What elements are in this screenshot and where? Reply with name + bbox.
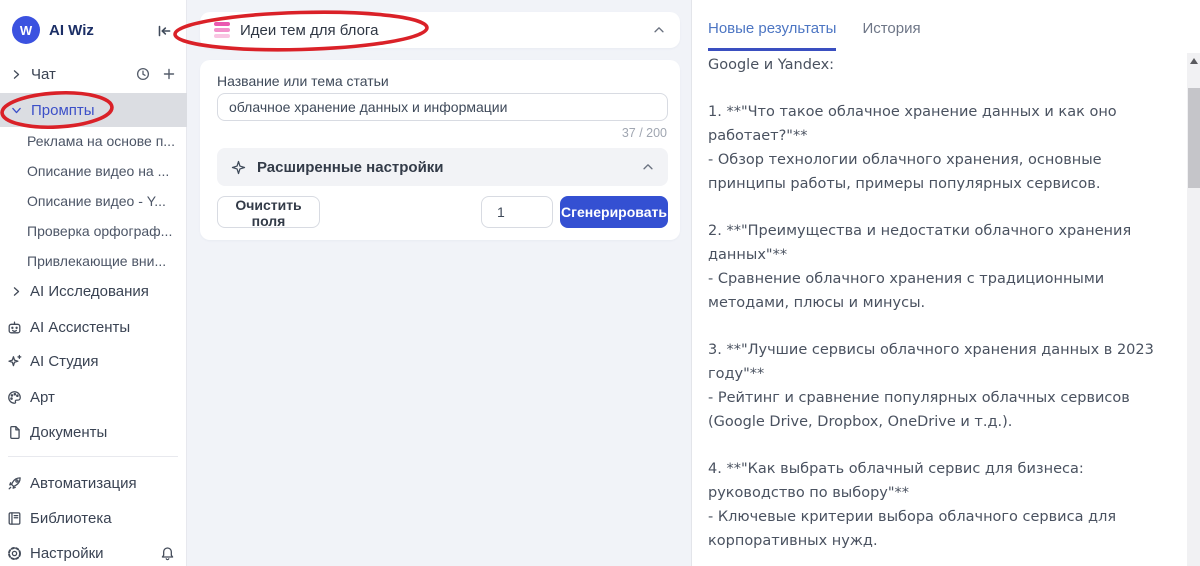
result-paragraph: 1. **"Что такое облачное хранение данных… [708, 104, 1117, 192]
scrollbar-thumb[interactable] [1188, 88, 1200, 188]
result-paragraph: 2. **"Преимущества и недостатки облачног… [708, 223, 1132, 311]
sparkles-icon [6, 353, 23, 370]
sidebar-item-ai-assistants[interactable]: AI Ассистенты [0, 312, 187, 342]
rocket-icon [6, 475, 23, 492]
app-logo-icon: W [12, 16, 40, 44]
collapse-accordion-icon[interactable] [641, 160, 655, 174]
sidebar-item-label: AI Ассистенты [30, 318, 131, 336]
topic-field-label: Название или тема статьи [217, 73, 389, 89]
results-text: Google и Yandex: 1. **"Что такое облачно… [708, 53, 1166, 566]
scrollbar-up-arrow-icon[interactable] [1190, 58, 1198, 64]
result-paragraph: 3. **"Лучшие сервисы облачного хранения … [708, 342, 1154, 430]
sidebar-item-label: Чат [31, 65, 56, 83]
tab-history[interactable]: История [862, 20, 920, 51]
sidebar-item-ai-research[interactable]: AI Исследования [0, 276, 187, 306]
generation-count-input[interactable] [481, 196, 553, 228]
sidebar-item-label: Автоматизация [30, 474, 137, 492]
collapse-card-icon[interactable] [652, 23, 666, 37]
char-counter: 37 / 200 [621, 126, 667, 140]
advanced-settings-accordion[interactable]: Расширенные настройки [217, 148, 668, 186]
sidebar-item-automation[interactable]: Автоматизация [0, 468, 187, 498]
clear-fields-button[interactable]: Очистить поля [217, 196, 320, 229]
prompt-panel: Идеи тем для блога Название или тема ста… [187, 0, 691, 566]
sidebar-prompt-sub-item[interactable]: Проверка орфограф... [0, 216, 187, 246]
diamond-sparkle-icon [230, 159, 247, 176]
app-window: W AI Wiz Чат Промпты Реклама на основе п… [0, 0, 1200, 566]
sidebar-item-ai-studio[interactable]: AI Студия [0, 346, 187, 376]
sidebar-prompt-sub-item[interactable]: Реклама на основе п... [0, 126, 187, 156]
prompt-type-icon [214, 22, 230, 38]
sidebar-item-label: AI Исследования [30, 282, 149, 300]
chevron-right-icon [10, 68, 23, 81]
plus-icon[interactable] [161, 66, 177, 82]
prompt-title: Идеи тем для блога [240, 21, 379, 39]
sidebar-item-label: Документы [30, 423, 108, 441]
chevron-right-icon [10, 285, 23, 298]
robot-icon [6, 319, 23, 336]
sidebar-prompt-sub-item[interactable]: Описание видео на ... [0, 156, 187, 186]
app-name: AI Wiz [49, 21, 94, 39]
document-icon [6, 424, 23, 441]
sidebar-item-label: Библиотека [30, 509, 112, 527]
scrollbar-track[interactable] [1187, 53, 1200, 566]
book-icon [6, 510, 23, 527]
result-paragraph: 4. **"Как выбрать облачный сервис для би… [708, 461, 1117, 549]
sidebar-item-art[interactable]: Арт [0, 382, 187, 412]
sidebar-prompt-sub-item[interactable]: Привлекающие вни... [0, 246, 187, 276]
tab-new-results[interactable]: Новые результаты [708, 20, 837, 51]
palette-icon [6, 389, 23, 406]
advanced-settings-label: Расширенные настройки [257, 158, 444, 176]
sidebar-divider [8, 456, 178, 457]
sidebar-item-label: AI Студия [30, 352, 99, 370]
prompt-header-card[interactable]: Идеи тем для блога [200, 12, 680, 48]
sidebar-item-settings[interactable]: Настройки [0, 538, 187, 566]
chevron-down-icon [10, 104, 23, 117]
sidebar-item-library[interactable]: Библиотека [0, 503, 187, 533]
result-paragraph: Google и Yandex: [708, 57, 835, 73]
sidebar: W AI Wiz Чат Промпты Реклама на основе п… [0, 0, 187, 566]
results-panel: Новые результаты История Google и Yandex… [691, 0, 1200, 566]
topic-input[interactable] [217, 93, 668, 121]
prompt-sub-list: Реклама на основе п... Описание видео на… [0, 126, 187, 276]
history-icon[interactable] [135, 66, 151, 82]
sidebar-prompt-sub-item[interactable]: Описание видео - Y... [0, 186, 187, 216]
bell-icon[interactable] [159, 545, 176, 562]
prompt-form-card: Название или тема статьи 37 / 200 Расшир… [200, 60, 680, 240]
sidebar-item-label: Промпты [31, 101, 95, 119]
gear-icon [6, 545, 23, 562]
generate-button[interactable]: Сгенерировать [560, 196, 668, 228]
results-tabs: Новые результаты История [708, 20, 921, 51]
sidebar-item-label: Настройки [30, 544, 104, 562]
sidebar-item-prompts[interactable]: Промпты [0, 93, 187, 127]
collapse-sidebar-icon[interactable] [155, 22, 173, 40]
sidebar-item-documents[interactable]: Документы [0, 417, 187, 447]
sidebar-item-chat[interactable]: Чат [0, 60, 187, 88]
sidebar-item-label: Арт [30, 388, 55, 406]
